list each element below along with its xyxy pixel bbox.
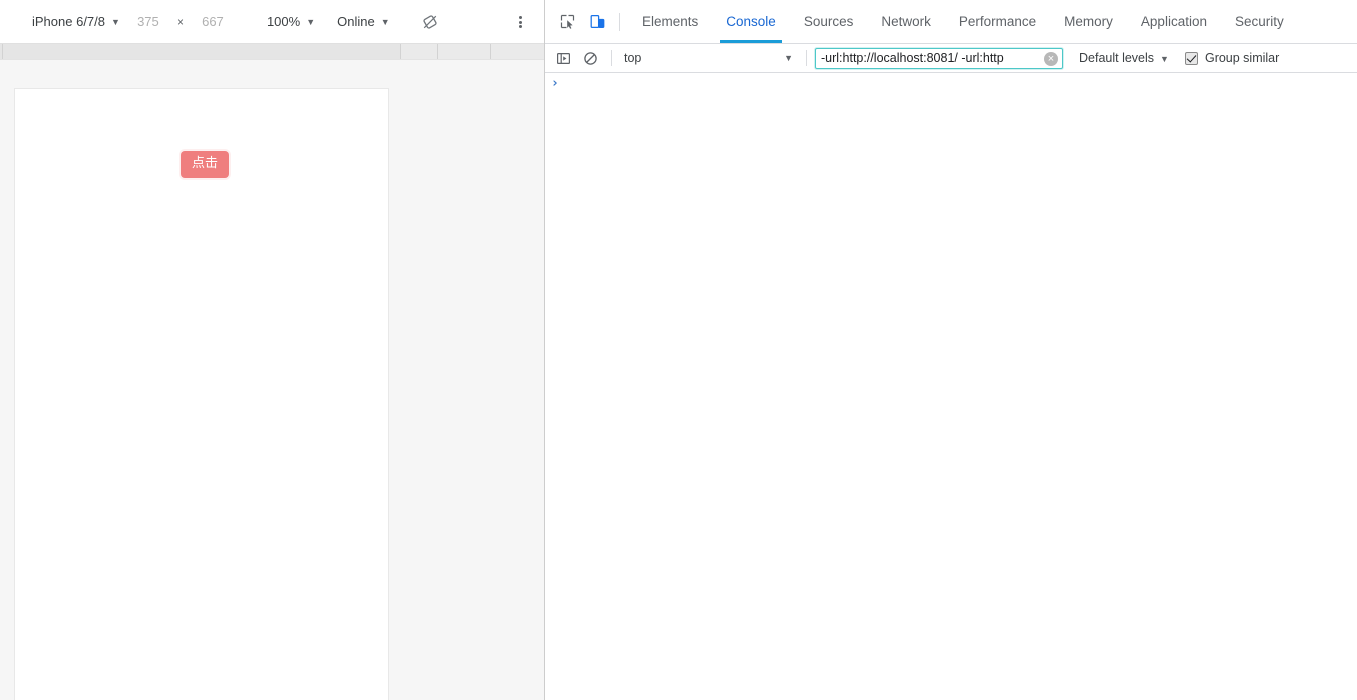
devtools-window: iPhone 6/7/8 ▼ 375 × 667 100% ▼ Online ▼: [0, 0, 1357, 700]
tab-application[interactable]: Application: [1127, 0, 1221, 43]
devtools-panel: Elements Console Sources Network Perform…: [545, 0, 1357, 700]
emulated-page: 点击: [15, 89, 388, 700]
dot: [518, 25, 522, 28]
device-emulation-pane: iPhone 6/7/8 ▼ 375 × 667 100% ▼ Online ▼: [0, 0, 545, 700]
device-screen-area: 点击: [0, 60, 544, 700]
console-log-levels-select[interactable]: Default levels ▼: [1073, 47, 1175, 69]
device-width-input[interactable]: 375: [126, 14, 170, 29]
tap-button[interactable]: 点击: [181, 151, 230, 178]
device-select-label: iPhone 6/7/8: [32, 14, 106, 29]
toolbar-divider: [806, 50, 807, 66]
tab-label: Console: [726, 14, 776, 29]
tab-label: Security: [1234, 14, 1284, 29]
ruler-tick: [400, 44, 401, 59]
tab-label: Network: [881, 14, 931, 29]
network-throttle-select[interactable]: Online ▼: [331, 9, 396, 35]
group-similar-toggle[interactable]: Group similar: [1184, 47, 1280, 69]
inspect-element-icon[interactable]: [553, 8, 581, 36]
ruler-tick: [490, 44, 491, 59]
tab-label: Performance: [958, 14, 1037, 29]
console-prompt-row[interactable]: ›: [545, 73, 1357, 97]
device-height-input[interactable]: 667: [191, 14, 235, 29]
network-throttle-label: Online: [337, 14, 375, 29]
ruler-active-region: [0, 44, 400, 59]
tab-performance[interactable]: Performance: [945, 0, 1050, 43]
toolbar-divider: [611, 50, 612, 66]
tab-label: Application: [1140, 14, 1207, 29]
device-zoom-select[interactable]: 100% ▼: [261, 9, 321, 35]
console-filter-input[interactable]: [816, 48, 1062, 68]
device-more-options-icon[interactable]: [508, 9, 532, 35]
chevron-down-icon: ▼: [306, 17, 316, 27]
console-prompt-input[interactable]: [565, 77, 1357, 92]
toolbar-divider: [619, 12, 620, 31]
console-sidebar-icon[interactable]: [551, 47, 575, 69]
group-similar-label: Group similar: [1204, 51, 1280, 65]
devtools-tab-list: Elements Console Sources Network Perform…: [628, 0, 1298, 43]
console-context-label: top: [624, 51, 642, 65]
tab-elements[interactable]: Elements: [628, 0, 712, 43]
devtools-tabbar: Elements Console Sources Network Perform…: [545, 0, 1357, 44]
group-similar-checkbox[interactable]: [1184, 51, 1198, 65]
console-filter-field[interactable]: ×: [815, 47, 1063, 69]
clear-console-icon[interactable]: [578, 47, 602, 69]
toggle-device-toolbar-icon[interactable]: [583, 8, 611, 36]
device-toolbar: iPhone 6/7/8 ▼ 375 × 667 100% ▼ Online ▼: [0, 0, 544, 44]
chevron-down-icon: ▼: [1160, 53, 1169, 64]
chevron-down-icon: ▼: [784, 53, 793, 63]
device-viewport-frame: 点击: [14, 88, 389, 700]
chevron-down-icon: ▼: [111, 17, 120, 27]
tab-sources[interactable]: Sources: [790, 0, 868, 43]
console-filter-toolbar: top ▼ × Default levels ▼ Group similar: [545, 44, 1357, 73]
console-log-levels-label: Default levels: [1079, 51, 1155, 65]
tab-memory[interactable]: Memory: [1050, 0, 1127, 43]
tab-label: Elements: [642, 14, 699, 29]
tab-label: Memory: [1064, 14, 1113, 29]
clear-filter-icon[interactable]: ×: [1044, 51, 1058, 66]
prompt-chevron-icon: ›: [551, 76, 559, 91]
rotate-device-icon[interactable]: [416, 9, 444, 35]
ruler-tick: [2, 44, 3, 59]
chevron-down-icon: ▼: [380, 17, 390, 27]
console-message-area[interactable]: ›: [545, 73, 1357, 700]
device-zoom-label: 100%: [266, 14, 301, 29]
tab-label: Sources: [803, 14, 854, 29]
tab-network[interactable]: Network: [867, 0, 945, 43]
console-context-select[interactable]: top ▼: [618, 47, 800, 69]
device-select[interactable]: iPhone 6/7/8 ▼: [26, 9, 126, 35]
tab-security[interactable]: Security: [1221, 0, 1298, 43]
device-ruler: [0, 44, 544, 60]
tab-console[interactable]: Console: [712, 0, 790, 43]
dot: [518, 20, 522, 24]
ruler-tick: [437, 44, 438, 59]
dimension-separator: ×: [176, 14, 184, 29]
dot: [518, 16, 522, 19]
